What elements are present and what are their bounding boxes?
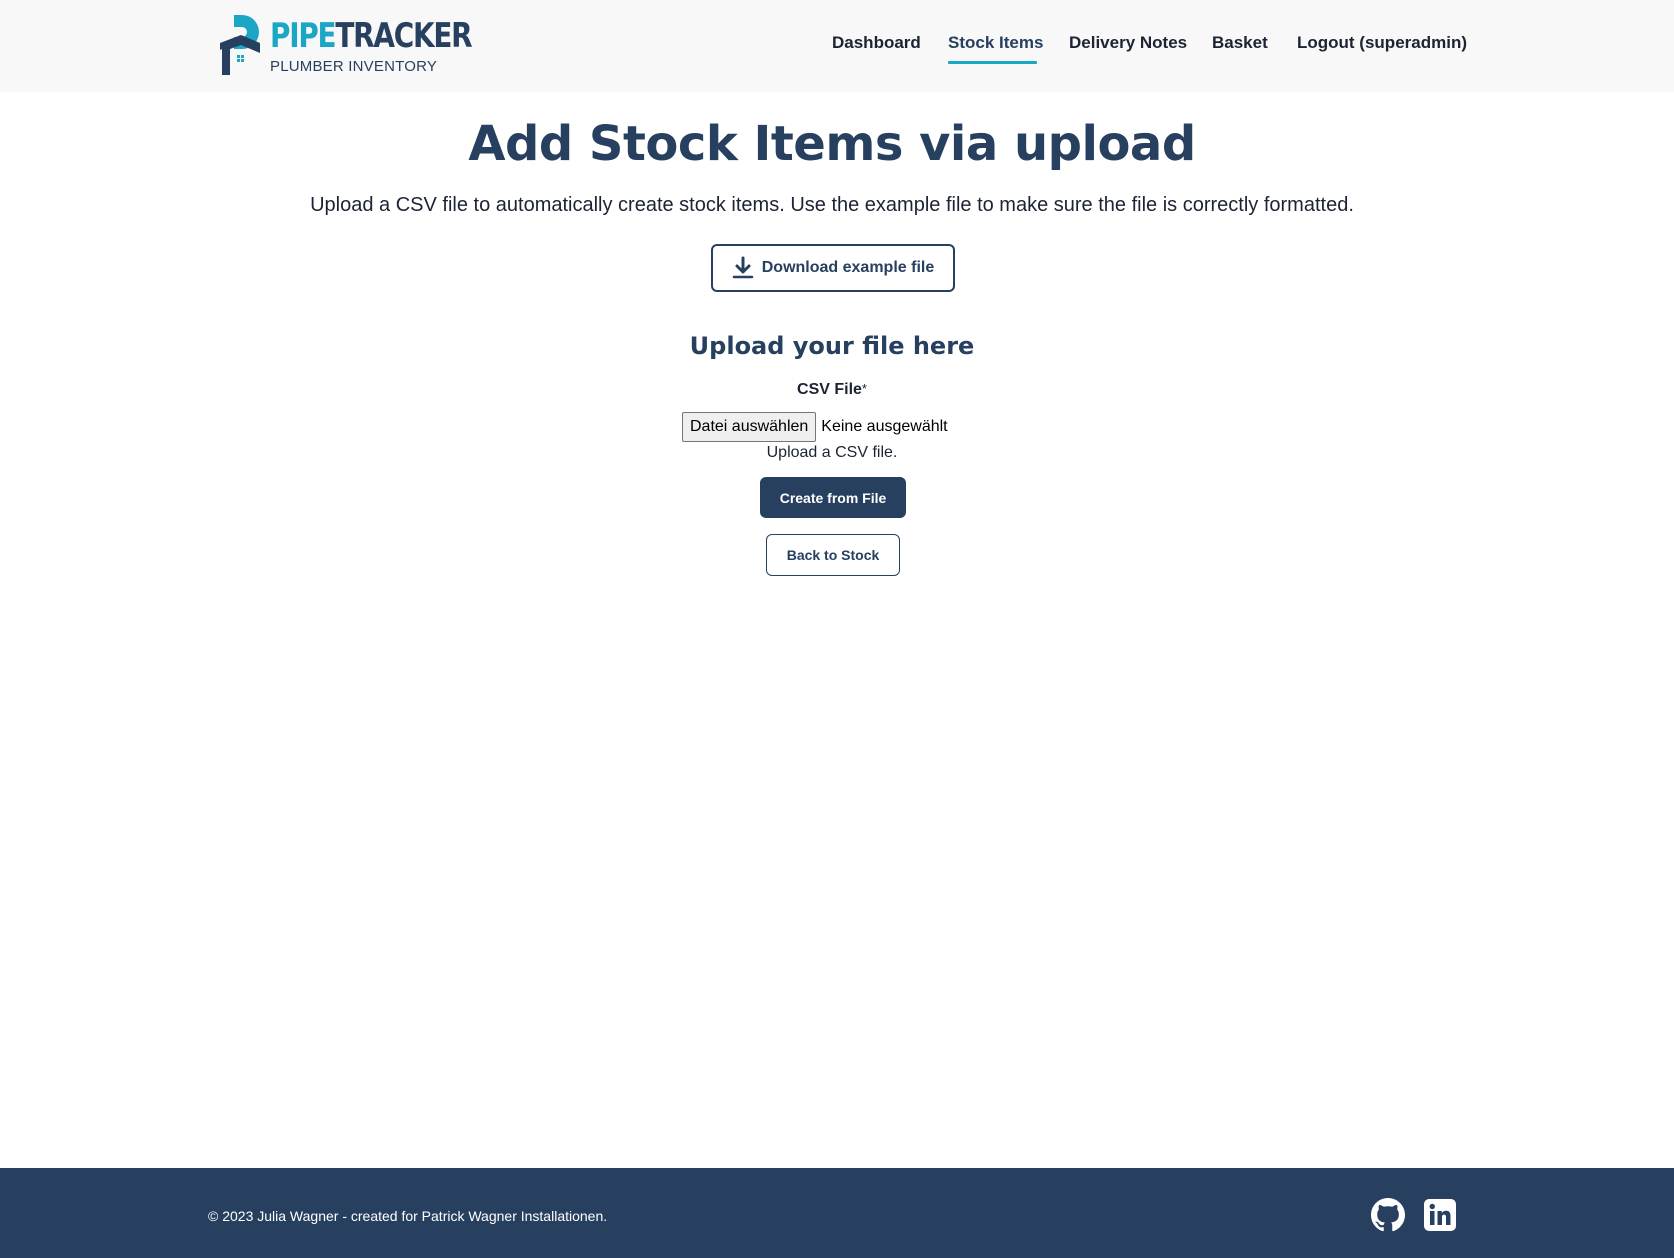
back-to-stock-button[interactable]: Back to Stock — [766, 534, 900, 576]
nav-basket[interactable]: Basket — [1212, 33, 1268, 53]
active-nav-indicator — [948, 61, 1037, 64]
required-marker: * — [861, 381, 867, 396]
download-example-label: Download example file — [761, 259, 935, 276]
nav-stock-items[interactable]: Stock Items — [948, 33, 1043, 53]
csv-file-input[interactable]: Datei auswählen Keine ausgewählt — [682, 412, 948, 442]
copyright-text: © 2023 Julia Wagner - created for Patric… — [208, 1208, 608, 1224]
csv-file-label-text: CSV File — [797, 381, 862, 398]
nav-delivery-notes[interactable]: Delivery Notes — [1069, 33, 1187, 53]
upload-heading: Upload your file here — [689, 332, 975, 360]
csv-file-label: CSV File* — [0, 381, 1664, 399]
download-example-button[interactable]: Download example file — [711, 244, 955, 292]
create-from-file-button[interactable]: Create from File — [760, 477, 906, 518]
nav-dashboard[interactable]: Dashboard — [832, 33, 921, 53]
page-title: Add Stock Items via upload — [468, 116, 1196, 172]
intro-text: Upload a CSV file to automatically creat… — [310, 194, 1354, 216]
main-nav: Dashboard Stock Items Delivery Notes Bas… — [0, 0, 1674, 92]
site-header: PIPETRACKER PLUMBER INVENTORY Dashboard … — [0, 0, 1674, 92]
linkedin-icon[interactable] — [1423, 1198, 1457, 1232]
github-icon[interactable] — [1371, 1198, 1405, 1232]
csv-help-text: Upload a CSV file. — [766, 444, 898, 461]
download-icon — [732, 256, 753, 279]
file-status: Keine ausgewählt — [821, 418, 948, 435]
site-footer: © 2023 Julia Wagner - created for Patric… — [0, 1168, 1674, 1258]
nav-logout[interactable]: Logout (superadmin) — [1297, 33, 1467, 53]
choose-file-button[interactable]: Datei auswählen — [682, 412, 817, 442]
